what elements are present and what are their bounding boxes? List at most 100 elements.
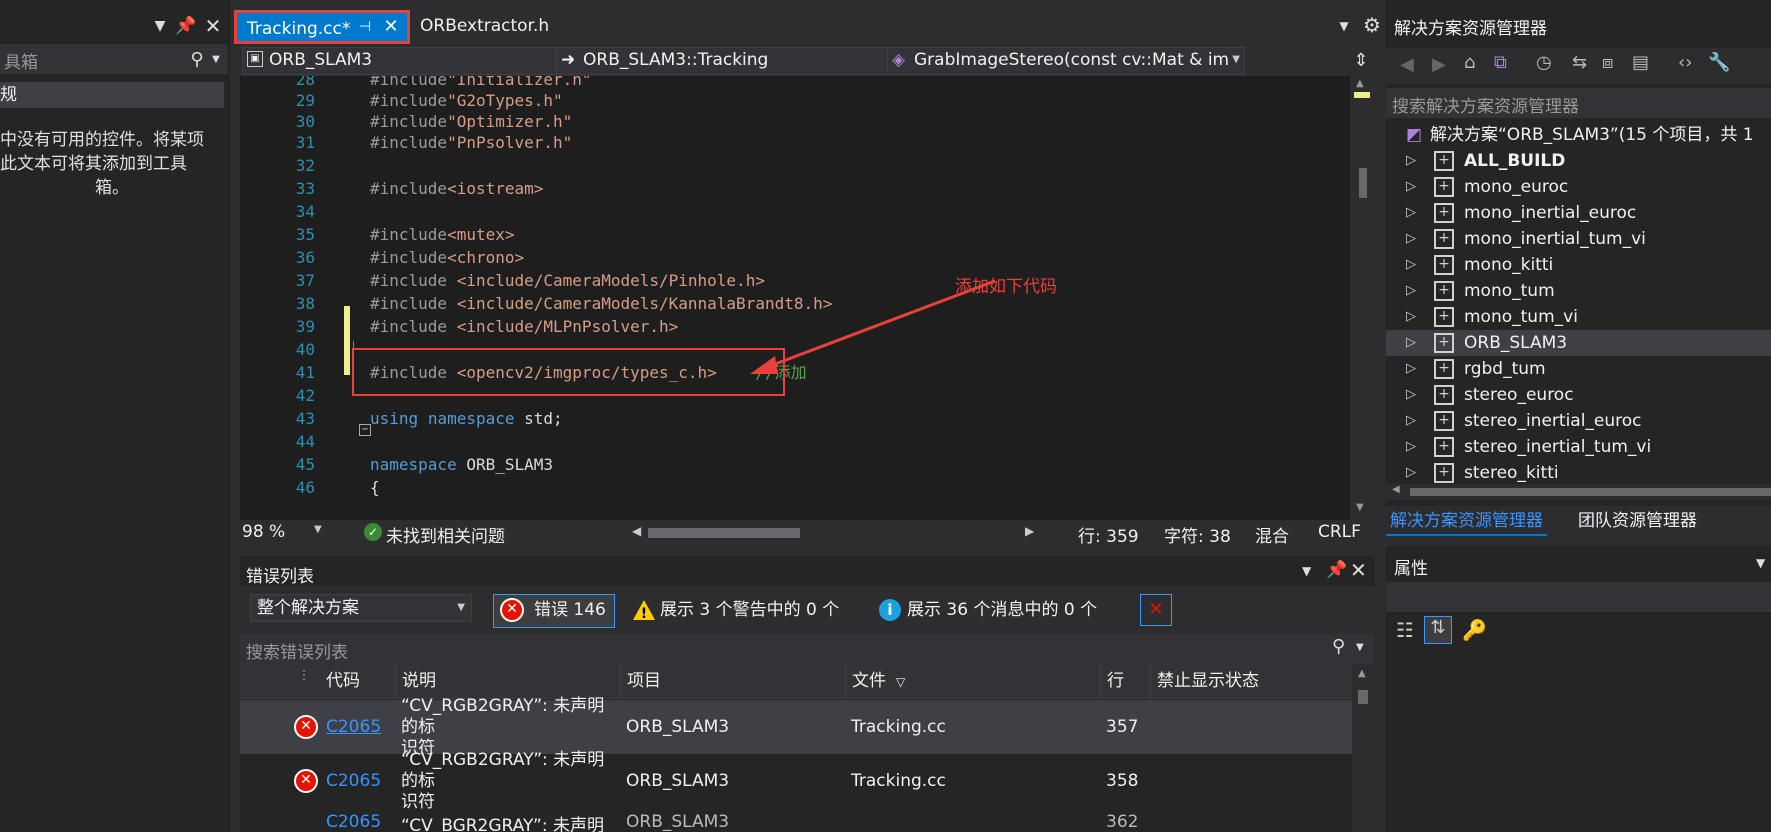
properties-icon[interactable]: ▤: [1632, 52, 1649, 73]
dropdown-icon[interactable]: ▼: [1302, 564, 1311, 578]
expand-arrow-icon[interactable]: ▷: [1406, 434, 1416, 460]
expand-arrow-icon[interactable]: ▷: [1406, 148, 1416, 174]
properties-object-selector[interactable]: [1386, 582, 1771, 612]
categorized-icon[interactable]: ☷: [1396, 618, 1414, 642]
back-icon[interactable]: ◀: [1400, 54, 1414, 75]
toolbox-search-input[interactable]: 具箱: [4, 48, 38, 73]
project-dropdown[interactable]: ▣ ORB_SLAM3 ▼: [242, 47, 574, 75]
solution-root[interactable]: ◩ 解决方案“ORB_SLAM3”(15 个项目，共 1: [1386, 122, 1771, 148]
editor-vertical-scrollbar[interactable]: ▲ ▼: [1350, 76, 1374, 520]
expand-arrow-icon[interactable]: ▷: [1406, 382, 1416, 408]
tab-orbextractor-h[interactable]: ORBextractor.h: [410, 10, 559, 44]
toolbox-group[interactable]: 规: [0, 82, 224, 108]
chevron-down-icon[interactable]: ▼: [208, 46, 224, 72]
expand-arrow-icon[interactable]: ▷: [1406, 200, 1416, 226]
column-header-file[interactable]: 文件 ▽: [845, 664, 1076, 699]
project-item[interactable]: ▷ + mono_inertial_euroc: [1386, 200, 1771, 226]
sync-icon[interactable]: ⇆: [1572, 52, 1587, 73]
project-item[interactable]: ▷ + stereo_kitti: [1386, 460, 1771, 486]
tab-team-explorer[interactable]: 团队资源管理器: [1574, 506, 1701, 536]
tab-tracking-cc[interactable]: Tracking.cc* ⊣ ✕: [234, 10, 410, 44]
scroll-up-icon[interactable]: ▲: [1358, 668, 1366, 679]
project-item[interactable]: ▷ + ORB_SLAM3: [1386, 330, 1771, 356]
expand-arrow-icon[interactable]: ▷: [1406, 356, 1416, 382]
history-icon[interactable]: ◷: [1536, 52, 1552, 73]
project-item[interactable]: ▷ + rgbd_tum: [1386, 356, 1771, 382]
search-icon[interactable]: ⚲: [1332, 636, 1345, 657]
issues-status[interactable]: 未找到相关问题: [386, 522, 505, 547]
table-row[interactable]: C2065 “CV_BGR2GRAY”: 未声明的标 ORB_SLAM3 362: [240, 808, 1352, 832]
error-list-search[interactable]: 搜索错误列表 ⚲ ▼: [240, 634, 1374, 664]
warnings-filter-button[interactable]: ! 展示 3 个警告中的 0 个: [623, 594, 848, 628]
zoom-dropdown-icon[interactable]: ▼: [314, 524, 322, 535]
expand-arrow-icon[interactable]: ▷: [1406, 330, 1416, 356]
error-code-link[interactable]: C2065: [320, 808, 395, 832]
line-ending-indicator[interactable]: CRLF: [1318, 522, 1361, 542]
scroll-down-icon[interactable]: ▼: [1356, 502, 1364, 513]
switch-views-icon[interactable]: ⧉: [1494, 52, 1507, 73]
expand-arrow-icon[interactable]: ▷: [1406, 174, 1416, 200]
scroll-left-icon[interactable]: ◀: [632, 524, 641, 538]
project-item[interactable]: ▷ + ALL_BUILD: [1386, 148, 1771, 174]
column-header-suppression[interactable]: 禁止显示状态: [1150, 664, 1347, 699]
column-header-project[interactable]: 项目: [620, 664, 851, 699]
expand-arrow-icon[interactable]: ▷: [1406, 304, 1416, 330]
expand-arrow-icon[interactable]: ▷: [1406, 226, 1416, 252]
code-view-icon[interactable]: ‹›: [1678, 52, 1692, 73]
solution-search[interactable]: 搜索解决方案资源管理器: [1386, 88, 1771, 118]
project-item[interactable]: ▷ + mono_kitti: [1386, 252, 1771, 278]
dropdown-icon[interactable]: ▼: [150, 12, 170, 40]
project-item[interactable]: ▷ + mono_tum_vi: [1386, 304, 1771, 330]
dropdown-icon[interactable]: ▼: [1756, 556, 1765, 570]
scroll-up-icon[interactable]: ▲: [1356, 78, 1364, 89]
solution-horizontal-scrollbar[interactable]: ◀: [1386, 484, 1771, 500]
column-header-line[interactable]: 行: [1100, 664, 1157, 699]
table-row[interactable]: ✕ C2065 “CV_RGB2GRAY”: 未声明的标 识符 ORB_SLAM3…: [240, 750, 1352, 812]
close-icon[interactable]: ✕: [1350, 558, 1367, 582]
toolbox-search[interactable]: 具箱 ⚲ ▼: [0, 44, 228, 74]
scroll-thumb[interactable]: [1359, 168, 1367, 198]
tab-list-dropdown-icon[interactable]: ▼: [1334, 14, 1354, 38]
scope-dropdown[interactable]: ➜ ORB_SLAM3::Tracking ▼: [556, 47, 909, 75]
solution-search-input[interactable]: 搜索解决方案资源管理器: [1392, 92, 1579, 117]
build-intellisense-filter-icon[interactable]: ✕: [1140, 594, 1172, 626]
error-code-link[interactable]: C2065: [320, 754, 395, 808]
chevron-down-icon[interactable]: ▼: [1356, 642, 1364, 653]
split-window-icon[interactable]: ⇕: [1350, 48, 1372, 72]
code-editor[interactable]: − 28 #include"Initializer.h" 29 #include"G…: [240, 76, 1350, 520]
error-code-link[interactable]: C2065: [320, 700, 395, 754]
tab-solution-explorer[interactable]: 解决方案资源管理器: [1386, 506, 1547, 536]
gear-icon[interactable]: ⚙: [1360, 12, 1384, 38]
horizontal-scroll-thumb[interactable]: [648, 528, 800, 538]
project-item[interactable]: ▷ + stereo_inertial_tum_vi: [1386, 434, 1771, 460]
project-item[interactable]: ▷ + mono_inertial_tum_vi: [1386, 226, 1771, 252]
table-row[interactable]: ✕ C2065 “CV_RGB2GRAY”: 未声明的标 识符 ORB_SLAM3…: [240, 696, 1352, 758]
wrench-icon[interactable]: 🔧: [1708, 52, 1730, 73]
zoom-level[interactable]: 98 %: [242, 522, 285, 542]
error-list-search-input[interactable]: 搜索错误列表: [246, 638, 348, 663]
collapse-all-icon[interactable]: ⧈: [1602, 52, 1613, 73]
column-header-code[interactable]: 代码: [320, 664, 396, 699]
tab-mode-indicator[interactable]: 混合: [1255, 522, 1289, 547]
expand-arrow-icon[interactable]: ▷: [1406, 408, 1416, 434]
error-list-scrollbar[interactable]: ▲: [1352, 664, 1374, 832]
forward-icon[interactable]: ▶: [1432, 54, 1446, 75]
expand-arrow-icon[interactable]: ▷: [1406, 252, 1416, 278]
scroll-right-icon[interactable]: ▶: [1025, 524, 1034, 538]
pin-icon[interactable]: ⊣: [355, 13, 375, 41]
alphabetical-icon[interactable]: ⇅: [1424, 616, 1452, 644]
pin-icon[interactable]: 📌: [175, 12, 196, 40]
scroll-thumb[interactable]: [1358, 690, 1368, 704]
pin-icon[interactable]: 📌: [1326, 560, 1347, 580]
scope-filter-dropdown[interactable]: 整个解决方案 ▼: [250, 594, 472, 622]
errors-filter-button[interactable]: ✕ 错误 146: [493, 594, 615, 628]
expand-arrow-icon[interactable]: ▷: [1406, 278, 1416, 304]
scroll-thumb[interactable]: [1410, 488, 1771, 496]
column-header-description[interactable]: 说明: [395, 664, 626, 699]
project-item[interactable]: ▷ + mono_tum: [1386, 278, 1771, 304]
close-icon[interactable]: ✕: [381, 13, 401, 41]
project-item[interactable]: ▷ + mono_euroc: [1386, 174, 1771, 200]
scroll-left-icon[interactable]: ◀: [1392, 484, 1400, 495]
property-pages-icon[interactable]: 🔑: [1462, 618, 1487, 642]
project-item[interactable]: ▷ + stereo_inertial_euroc: [1386, 408, 1771, 434]
